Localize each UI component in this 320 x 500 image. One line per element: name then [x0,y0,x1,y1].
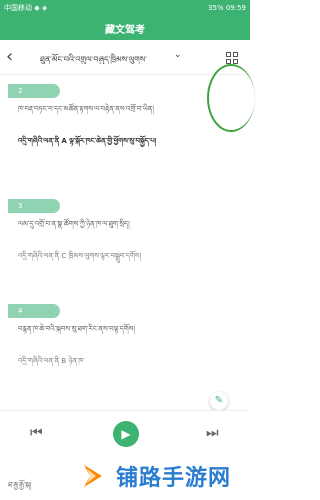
status-bar: 中国移动 ◆ ◈ 35% 09:59 [0,0,250,16]
watermark-logo-icon [84,465,102,487]
grid-cell [226,52,231,57]
chapter-title[interactable]: ཐུན་མོང་བའི་འགྲུལ་བཞུད་ཁྲིམས་ལུགས་ [40,50,190,64]
app-title: 藏文驾考 [0,16,250,40]
question-text: ལམ་དུ་འགྲོ་བ་ན་སྣ་ཚོགས་ཀྱི་ཉེན་ཁ་ལ་ཐུག་ས… [18,220,130,228]
watermark: 铺路手游网 [78,452,250,500]
status-right: 35% 09:59 [208,4,246,12]
title-text: 藏文驾考 [105,24,145,36]
play-icon[interactable]: ▶ [113,421,139,447]
answer-value: A [61,137,67,145]
chevron-down-icon[interactable]: ⌄ [174,50,184,62]
question-list: 2 ཁ་བརྡ་བཏང་བ་དང་མཚོན་རྟགས་ལ་བརྟེན་ནས་འག… [0,74,250,404]
answer-text: ཁྲིམས་ལུགས་ལྟར་བསྒྲུབ་དགོས། [68,252,142,260]
answer-label: འདྲི་གཞིའི་ལན་ནི [18,252,60,260]
question-number-badge: 2 [8,84,60,98]
skip-forward-icon[interactable]: ⏭ [206,425,222,441]
question-number-badge: 4 [8,304,60,318]
answer-text: ལྟ་སྐོར་ཁང་ཆེན་གྱི་ཕྱོགས་སུ་བསྐྱོད་པ། [69,137,157,145]
question-card[interactable]: 4 བརྙན་ཁ་ཆེ་བའི་སྐབས་སུ་ཐག་རིང་ནས་བལྟ་དག… [8,294,240,404]
edit-icon[interactable]: ✎ [210,392,228,410]
answer-row: འདྲི་གཞིའི་ལན་ནི C ཁྲིམས་ལུགས་ལྟར་བསྒྲུབ… [18,251,246,261]
answer-row: འདྲི་གཞིའི་ལན་ནི A ལྟ་སྐོར་ཁང་ཆེན་གྱི་ཕྱ… [18,136,246,146]
question-card[interactable]: 2 ཁ་བརྡ་བཏང་བ་དང་མཚོན་རྟགས་ལ་བརྟེན་ནས་འག… [8,74,240,189]
chapter-bar: ‹ ཐུན་མོང་བའི་འགྲུལ་བཞུད་ཁྲིམས་ལུགས་ ⌄ [0,40,255,132]
grid-cell [233,52,238,57]
grid-icon[interactable] [226,52,238,64]
skip-back-icon[interactable]: ⏮ [30,425,46,441]
answer-label: འདྲི་གཞིའི་ལན་ནི [18,357,60,365]
answer-value: C [61,252,67,260]
answer-value: B [61,357,67,365]
answer-row: འདྲི་གཞིའི་ལན་ནི B ཉེན་ཁ་ [18,356,246,366]
question-text: བརྙན་ཁ་ཆེ་བའི་སྐབས་སུ་ཐག་རིང་ནས་བལྟ་དགོས… [18,325,136,333]
question-card[interactable]: 3 ལམ་དུ་འགྲོ་བ་ན་སྣ་ཚོགས་ཀྱི་ཉེན་ཁ་ལ་ཐུག… [8,189,240,294]
answer-text: ཉེན་ཁ་ [68,357,85,365]
status-left: 中国移动 ◆ ◈ [4,4,48,12]
playback-controls: ⏮ ▶ ⏭ [0,410,250,457]
question-number-badge: 3 [8,199,60,213]
watermark-text: 铺路手游网 [116,466,232,491]
bottom-small-text: ཐ་རྒྱ་རྒྱོ་སྐ། [8,481,32,489]
question-text: ཁ་བརྡ་བཏང་བ་དང་མཚོན་རྟགས་ལ་བརྟེན་ནས་འགྲོ… [18,105,154,113]
back-arrow-icon[interactable]: ‹ [6,48,20,66]
answer-label: འདྲི་གཞིའི་ལན་ནི [18,137,60,145]
